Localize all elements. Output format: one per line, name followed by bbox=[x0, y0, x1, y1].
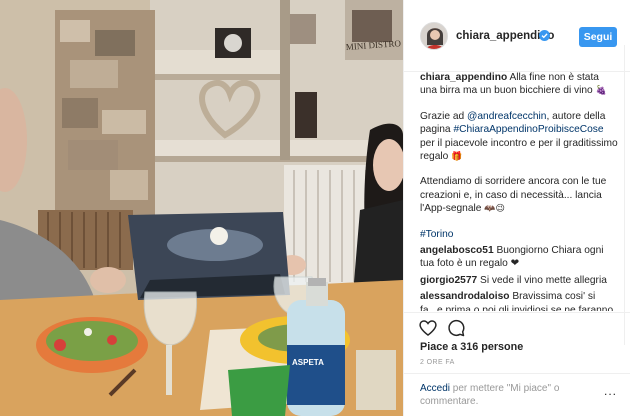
comment-icon[interactable] bbox=[446, 318, 466, 338]
photo-speaker bbox=[295, 92, 317, 138]
photo-painting-moon bbox=[210, 227, 228, 245]
photo-shelf-edge bbox=[150, 156, 403, 162]
add-comment-bar: Accedi per mettere "Mi piace" o commenta… bbox=[404, 373, 630, 413]
comments-list[interactable]: chiara_appendino Alla fine non è stata u… bbox=[420, 71, 618, 311]
verified-badge-icon bbox=[539, 30, 550, 41]
post-timestamp[interactable]: 2 ORE FA bbox=[420, 359, 455, 366]
photo-water-glass bbox=[356, 350, 396, 410]
login-link[interactable]: Accedi bbox=[420, 383, 450, 394]
comment-item: angelabosco51 Buongiorno Chiara ogni tua… bbox=[420, 244, 618, 271]
photo-shelf-divider bbox=[280, 0, 290, 160]
photo-books bbox=[352, 10, 392, 42]
photo-hand bbox=[90, 267, 126, 293]
caption-thanks-suffix: per il piacevole incontro e per il gradi… bbox=[420, 137, 618, 163]
photo-bottle-text: ASPETA bbox=[292, 358, 324, 367]
caption-author[interactable]: chiara_appendino bbox=[420, 72, 507, 83]
caption-thanks-prefix: Grazie ad bbox=[420, 110, 465, 122]
photo-shelf-item bbox=[290, 14, 316, 44]
bat-wink-emoji-icon: 🦇😉 bbox=[484, 204, 505, 215]
avatar-image bbox=[421, 23, 447, 49]
gift-emoji-icon: 🎁 bbox=[451, 152, 463, 163]
comment-item: giorgio2577 Si vede il vino mette allegr… bbox=[420, 274, 618, 287]
heart-icon[interactable] bbox=[418, 318, 438, 338]
caption-first: chiara_appendino Alla fine non è stata u… bbox=[420, 71, 618, 99]
comment-text: Si vede il vino mette allegria bbox=[480, 274, 607, 286]
post-sidebar: chiara_appendino Segui chiara_appendino … bbox=[403, 0, 630, 416]
post-header: chiara_appendino Segui bbox=[404, 0, 630, 72]
comment-user[interactable]: alessandrodaloiso bbox=[420, 291, 509, 302]
follow-button[interactable]: Segui bbox=[579, 27, 617, 47]
caption-closing: Attendiamo di sorridere ancora con le tu… bbox=[420, 175, 618, 216]
photo-scene: MINI DISTRO ASPETA bbox=[0, 0, 403, 416]
photo-bread-basket bbox=[228, 365, 290, 416]
post-actions: Piace a 316 persone 2 ORE FA Accedi per … bbox=[404, 312, 630, 412]
post-photo[interactable]: MINI DISTRO ASPETA bbox=[0, 0, 403, 416]
caption-hashtag: #Torino bbox=[420, 228, 618, 241]
comment-item: alessandrodaloiso Bravissima cosi' si fa… bbox=[420, 290, 618, 311]
grapes-emoji-icon: 🍇 bbox=[595, 86, 607, 97]
more-options-icon[interactable]: ... bbox=[604, 384, 617, 398]
mention-link[interactable]: @andreafcecchin bbox=[467, 111, 546, 122]
comment-user[interactable]: giorgio2577 bbox=[420, 275, 477, 286]
login-prompt: Accedi per mettere "Mi piace" o commenta… bbox=[420, 383, 595, 408]
comment-user[interactable]: angelabosco51 bbox=[420, 245, 494, 256]
likes-count[interactable]: Piace a 316 persone bbox=[420, 341, 523, 353]
scrollbar-track[interactable] bbox=[624, 45, 625, 345]
caption-thanks: Grazie ad @andreafcecchin, autore della … bbox=[420, 110, 618, 165]
photo-bottle-label bbox=[287, 345, 345, 405]
photo-frame-art bbox=[224, 34, 242, 52]
hashtag-link-torino[interactable]: #Torino bbox=[420, 229, 453, 240]
avatar[interactable] bbox=[420, 22, 448, 50]
caption-closing-text: Attendiamo di sorridere ancora con le tu… bbox=[420, 176, 607, 215]
photo-shelf-edge bbox=[150, 74, 280, 80]
hashtag-link[interactable]: #ChiaraAppendinoProibisceCose bbox=[453, 124, 603, 135]
